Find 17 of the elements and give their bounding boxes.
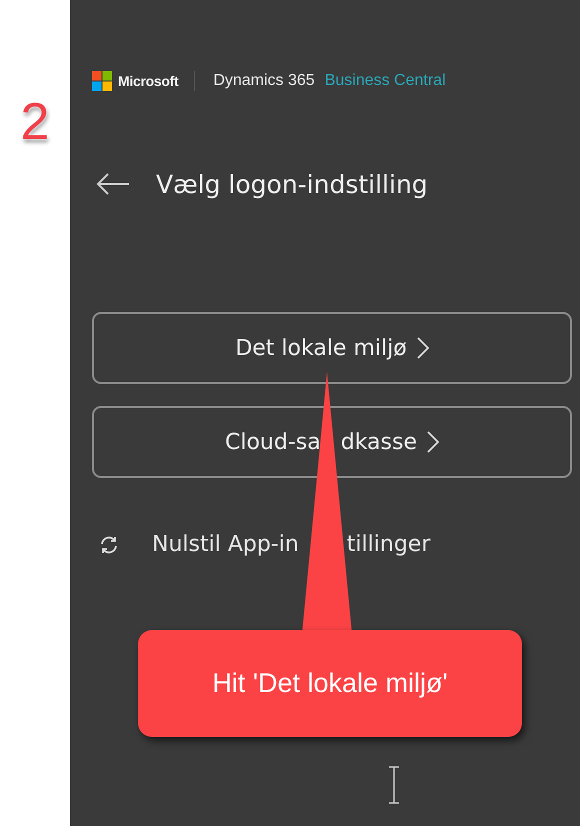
refresh-icon [100,536,118,554]
reset-settings-link[interactable]: Nulstil App-in [152,532,299,557]
option-label: dkasse [340,430,417,454]
chevron-icon [416,337,429,359]
callout-text: Hit 'Det lokale miljø' [212,668,448,699]
option-button[interactable]: Det lokale miljø [92,312,572,384]
option-button[interactable]: Cloud-sa dkasse [92,406,572,478]
back-arrow-icon[interactable] [96,172,130,196]
four-squares-logo-icon [92,71,112,91]
brand-name: Microsoft [118,73,178,89]
product-edition: Business Central [324,72,446,90]
step-number: 2 [20,96,50,148]
page-title: Vælg logon-indstilling [156,170,428,198]
text-cursor-icon [388,766,400,804]
option-label: Cloud-sa [225,430,321,454]
chevron-icon [427,431,439,453]
product-name: Dynamics 365 [213,72,315,90]
